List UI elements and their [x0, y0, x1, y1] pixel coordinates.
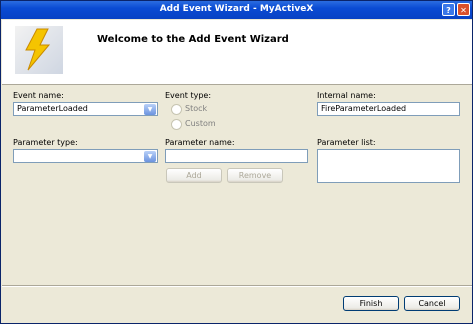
parameter-list-label: Parameter list:	[317, 138, 376, 147]
stock-radio-label: Stock	[185, 104, 208, 113]
parameter-type-label: Parameter type:	[13, 138, 78, 147]
internal-name-label: Internal name:	[317, 91, 376, 100]
finish-button[interactable]: Finish	[343, 296, 399, 311]
stock-radio[interactable]	[171, 104, 182, 115]
wizard-banner: Welcome to the Add Event Wizard	[2, 20, 472, 85]
remove-button[interactable]: Remove	[227, 168, 283, 183]
lightning-bolt-icon	[15, 26, 63, 74]
event-type-label: Event type:	[165, 91, 212, 100]
add-button[interactable]: Add	[166, 168, 222, 183]
custom-radio[interactable]	[171, 119, 182, 130]
footer-divider-highlight	[2, 286, 472, 287]
close-button[interactable]: ✕	[457, 3, 470, 16]
custom-radio-label: Custom	[185, 119, 216, 128]
help-button[interactable]: ?	[442, 3, 455, 16]
chevron-down-icon[interactable]: ▼	[144, 104, 156, 115]
banner-title: Welcome to the Add Event Wizard	[97, 34, 289, 45]
window-title: Add Event Wizard - MyActiveX	[159, 4, 314, 14]
chevron-down-icon[interactable]: ▼	[144, 151, 156, 162]
parameter-type-dropdown[interactable]: ▼	[13, 149, 158, 163]
event-name-dropdown[interactable]: ParameterLoaded ▼	[13, 102, 158, 116]
parameter-listbox[interactable]	[317, 149, 460, 183]
parameter-name-label: Parameter name:	[165, 138, 235, 147]
event-name-value: ParameterLoaded	[17, 104, 88, 113]
parameter-name-input[interactable]	[165, 149, 308, 163]
internal-name-input[interactable]: FireParameterLoaded	[317, 102, 460, 116]
add-event-wizard-window: Add Event Wizard - MyActiveX ? ✕ Welcome…	[0, 0, 473, 324]
cancel-button[interactable]: Cancel	[404, 296, 460, 311]
event-name-label: Event name:	[13, 91, 64, 100]
title-bar[interactable]: Add Event Wizard - MyActiveX ? ✕	[1, 1, 472, 19]
